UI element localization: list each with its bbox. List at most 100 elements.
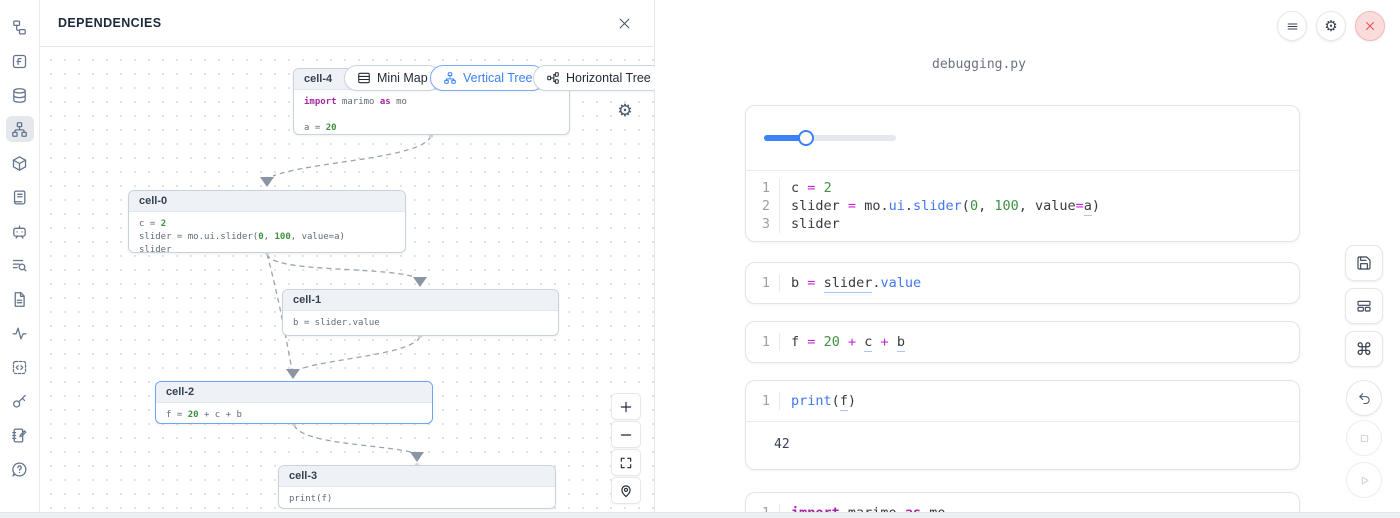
code-editor[interactable]: 1c = 22slider = mo.ui.slider(0, 100, val… [746,171,1299,241]
play-icon [1357,473,1372,488]
file-text-icon [11,291,28,308]
fit-view-button[interactable] [611,449,641,476]
chat-bot-icon [11,223,28,240]
run-button[interactable] [1346,462,1382,498]
sidebar-item-file-explorer[interactable] [6,14,34,40]
code-editor[interactable]: 1print(f) [746,381,1299,421]
vertical-tree-label: Vertical Tree [463,71,532,85]
sidebar-item-help[interactable] [6,456,34,482]
graph-node-code: b = slider.value [283,311,558,336]
notebook-pen-icon [11,427,28,444]
command-icon: ⌘ [1356,341,1373,358]
function-square-icon [11,53,28,70]
minus-icon [619,428,633,442]
sidebar-item-tracing[interactable] [6,320,34,346]
mini-map-button[interactable]: Mini Map [344,65,441,91]
sidebar-item-packages[interactable] [6,150,34,176]
undo-icon [1357,391,1372,406]
dependency-graph-canvas[interactable]: cell-4 import marimo as mo a = 20 cell-0… [40,47,655,512]
dependencies-title: DEPENDENCIES [58,16,161,30]
stop-button[interactable] [1346,420,1382,456]
graph-zoom-controls [611,393,641,504]
notebook-menu-button[interactable] [1277,11,1307,41]
graph-node-code: c = 2slider = mo.ui.slider(0, 100, value… [129,212,405,253]
sidebar-item-documentation[interactable] [6,184,34,210]
graph-node-cell-3[interactable]: cell-3 print(f) [278,465,556,509]
close-panel-button[interactable] [612,11,636,35]
sidebar-item-outline[interactable] [6,354,34,380]
cell-slider[interactable]: 1c = 22slider = mo.ui.slider(0, 100, val… [745,105,1300,242]
code-editor[interactable]: 1b = slider.value [746,263,1299,303]
graph-node-cell-1[interactable]: cell-1 b = slider.value [282,289,559,336]
locate-button[interactable] [611,477,641,504]
cell-print[interactable]: 1print(f) 42 [745,380,1300,470]
notebook-filename: debugging.py [655,57,1303,72]
sidebar-item-secrets[interactable] [6,388,34,414]
horizontal-tree-label: Horizontal Tree [566,71,651,85]
graph-node-title: cell-1 [283,290,558,311]
graph-node-code: f = 20 + c + b [156,403,432,424]
app-window: DEPENDENCIES [0,0,1400,518]
cell-f[interactable]: 1f = 20 + c + b [745,321,1300,363]
bottom-scroll-strip[interactable] [0,512,1400,518]
save-icon [1356,255,1372,271]
file-tree-icon [11,19,28,36]
zoom-in-button[interactable] [611,393,641,420]
rows-icon [357,71,371,85]
graph-node-title: cell-0 [129,191,405,212]
graph-settings-button[interactable]: ⚙ [614,100,636,122]
code-editor[interactable]: 1f = 20 + c + b [746,322,1299,362]
sidebar-item-functions[interactable] [6,48,34,74]
slider-widget[interactable] [764,130,896,146]
sidebar-item-dependencies[interactable] [6,116,34,142]
notebook-settings-button[interactable]: ⚙ [1316,11,1346,41]
sidebar-item-ai-chat[interactable] [6,218,34,244]
save-button[interactable] [1345,245,1383,281]
sidebar-item-scratchpad[interactable] [6,422,34,448]
graph-node-title: cell-2 [156,382,432,403]
graph-node-cell-0[interactable]: cell-0 c = 2slider = mo.ui.slider(0, 100… [128,190,406,253]
keyboard-shortcuts-button[interactable]: ⌘ [1345,331,1383,367]
slider-thumb[interactable] [798,130,814,146]
text-search-icon [11,257,28,274]
dependencies-panel: DEPENDENCIES [40,0,655,518]
panels-icon [1356,298,1372,314]
gear-icon: ⚙ [1324,19,1337,34]
sidebar-item-find-replace[interactable] [6,252,34,278]
close-icon [1363,19,1377,33]
horizontal-tree-icon [546,71,560,85]
database-icon [11,87,28,104]
graph-node-title: cell-3 [279,466,555,487]
mini-map-label: Mini Map [377,71,428,85]
horizontal-tree-button[interactable]: Horizontal Tree [533,65,655,91]
plus-icon [619,400,633,414]
gear-icon: ⚙ [617,101,632,121]
sidebar-item-datasources[interactable] [6,82,34,108]
graph-node-code: import marimo as mo a = 20 [294,90,569,135]
shutdown-button[interactable] [1355,11,1385,41]
cell-slider-output [746,106,1299,170]
zoom-out-button[interactable] [611,421,641,448]
dependency-graph-icon [11,121,28,138]
package-icon [11,155,28,172]
vertical-tree-icon [443,71,457,85]
help-bubble-icon [11,461,28,478]
key-icon [11,393,28,410]
dependencies-header: DEPENDENCIES [40,0,654,47]
fullscreen-icon [619,456,633,470]
console-output: 42 [746,421,1299,469]
sidebar-item-snippets[interactable] [6,286,34,312]
cell-b[interactable]: 1b = slider.value [745,262,1300,304]
close-icon [617,16,632,31]
map-pin-icon [619,484,633,498]
layout-button[interactable] [1345,288,1383,324]
undo-button[interactable] [1346,380,1382,416]
stop-icon [1357,431,1372,446]
vertical-tree-button[interactable]: Vertical Tree [430,65,545,91]
sidebar [0,0,40,518]
top-actions: ⚙ [1277,11,1385,41]
code-block-icon [11,359,28,376]
graph-node-code: print(f) [279,487,555,509]
hamburger-menu-icon [1285,19,1300,34]
graph-node-cell-2[interactable]: cell-2 f = 20 + c + b [155,381,433,424]
